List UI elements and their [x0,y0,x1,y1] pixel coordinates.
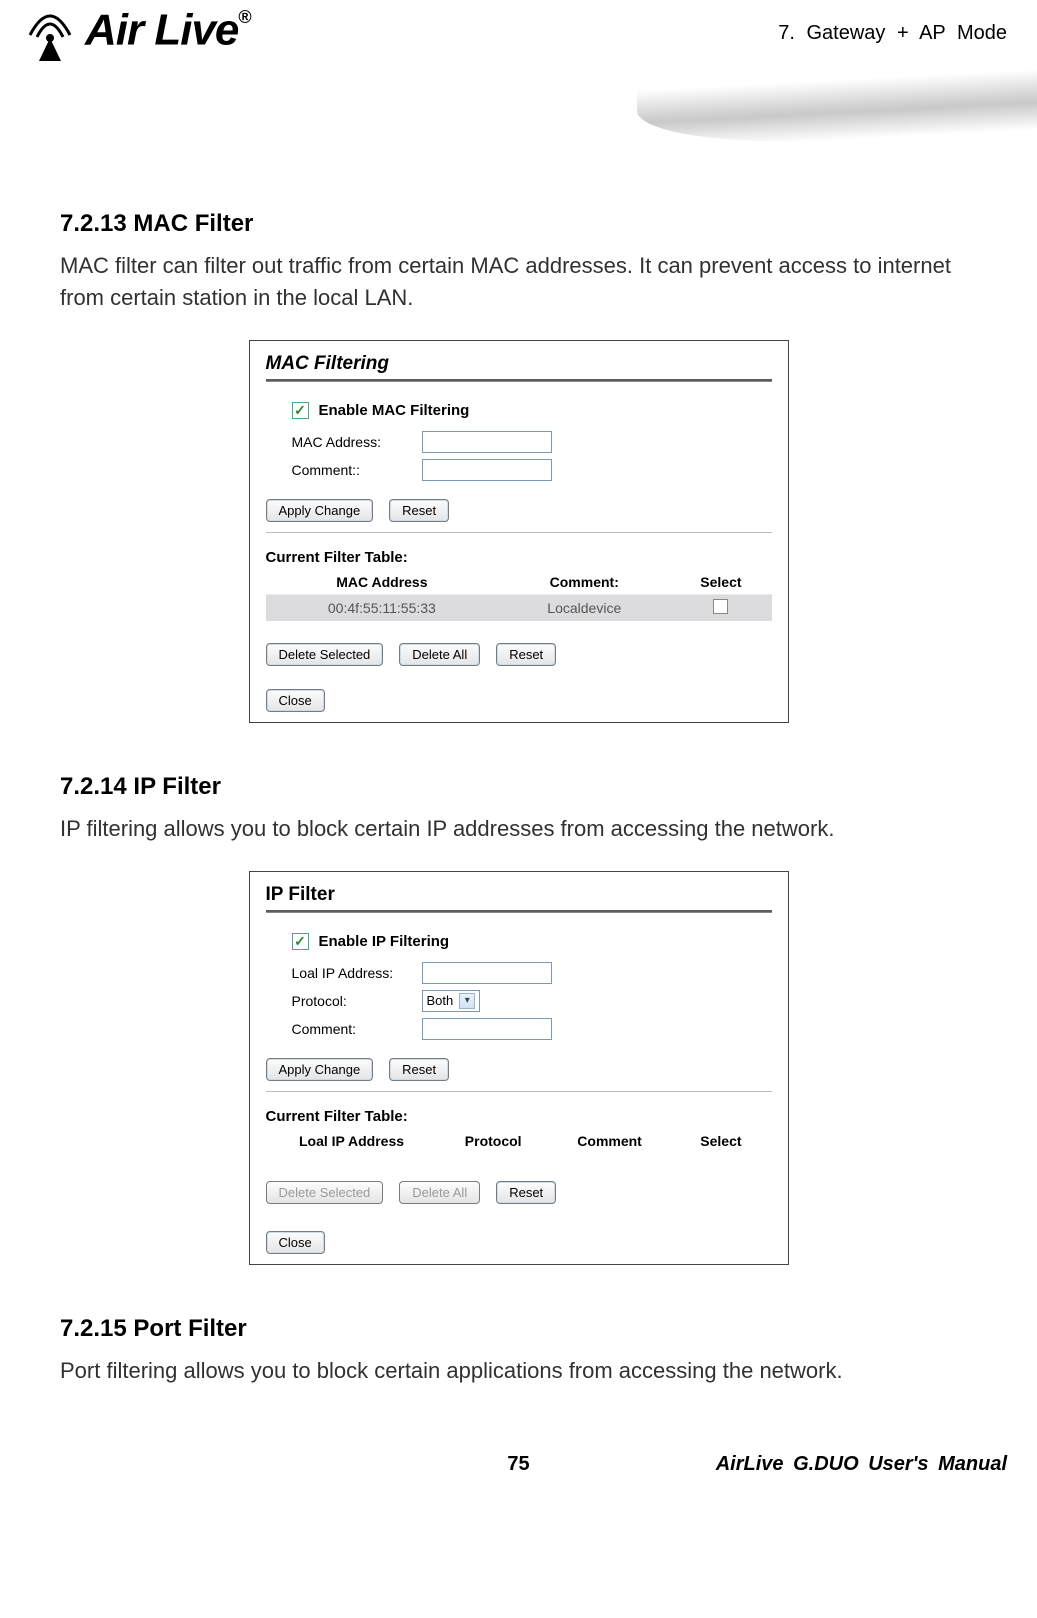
enable-mac-label: Enable MAC Filtering [319,402,470,419]
divider [266,381,772,382]
mac-col-comment: Comment: [498,570,670,595]
ip-address-input[interactable] [422,962,552,984]
delete-all-button[interactable]: Delete All [399,643,480,666]
delete-all-button[interactable]: Delete All [399,1181,480,1204]
ip-address-label: Loal IP Address: [292,965,422,981]
page-footer: 75 AirLive G.DUO User's Manual [0,1433,1037,1486]
ip-filter-panel: IP Filter Enable IP Filtering Loal IP Ad… [249,871,789,1265]
ip-col-select: Select [670,1129,771,1153]
mac-col-select: Select [670,570,771,595]
mac-cell-comment: Localdevice [498,594,670,621]
ip-filter-table: Loal IP Address Protocol Comment Select [266,1129,772,1153]
page-content: 7.2.13 MAC Filter MAC filter can filter … [0,150,1037,1433]
enable-ip-checkbox[interactable] [292,933,309,950]
enable-mac-checkbox[interactable] [292,402,309,419]
page-header: 7. Gateway + AP Mode Air Live® [0,0,1037,150]
mac-comment-input[interactable] [422,459,552,481]
apply-change-button[interactable]: Apply Change [266,1058,374,1081]
close-button[interactable]: Close [266,1231,325,1254]
mac-comment-label: Comment:: [292,462,422,478]
protocol-value: Both [427,993,454,1008]
section-body-ip: IP filtering allows you to block certain… [60,813,977,845]
divider [266,532,772,533]
section-body-port: Port filtering allows you to block certa… [60,1355,977,1387]
close-button[interactable]: Close [266,689,325,712]
ip-col-protocol: Protocol [438,1129,549,1153]
antenna-icon [15,5,85,61]
mac-col-address: MAC Address [266,570,499,595]
manual-title: AirLive G.DUO User's Manual [681,1453,1007,1476]
table-row: 00:4f:55:11:55:33 Localdevice [266,594,772,621]
protocol-label: Protocol: [292,993,422,1009]
reset-button[interactable]: Reset [389,499,449,522]
airlive-logo: Air Live® [15,5,251,61]
chapter-label: 7. Gateway + AP Mode [778,22,1007,45]
mac-filter-table: MAC Address Comment: Select 00:4f:55:11:… [266,570,772,621]
delete-selected-button[interactable]: Delete Selected [266,643,384,666]
mac-address-input[interactable] [422,431,552,453]
ip-table-title: Current Filter Table: [266,1108,772,1125]
reset-button[interactable]: Reset [496,643,556,666]
mac-filtering-title: MAC Filtering [266,353,772,375]
section-heading-ip: 7.2.14 IP Filter [60,773,977,801]
header-swoosh [637,70,1037,150]
section-heading-mac: 7.2.13 MAC Filter [60,210,977,238]
ip-col-comment: Comment [549,1129,670,1153]
chevron-down-icon: ▾ [459,993,475,1009]
ip-col-address: Loal IP Address [266,1129,438,1153]
mac-table-title: Current Filter Table: [266,549,772,566]
ip-filter-title: IP Filter [266,884,772,906]
row-select-checkbox[interactable] [713,599,728,614]
divider [266,912,772,913]
enable-ip-label: Enable IP Filtering [319,933,450,950]
section-heading-port: 7.2.15 Port Filter [60,1315,977,1343]
mac-address-label: MAC Address: [292,434,422,450]
mac-cell-select [670,594,771,621]
mac-filtering-panel: MAC Filtering Enable MAC Filtering MAC A… [249,340,789,723]
reset-button[interactable]: Reset [389,1058,449,1081]
mac-cell-address: 00:4f:55:11:55:33 [266,594,499,621]
divider [266,1091,772,1092]
logo-text: Air Live [85,6,238,55]
delete-selected-button[interactable]: Delete Selected [266,1181,384,1204]
ip-comment-label: Comment: [292,1021,422,1037]
logo-reg: ® [238,7,250,27]
section-body-mac: MAC filter can filter out traffic from c… [60,250,977,314]
reset-button[interactable]: Reset [496,1181,556,1204]
apply-change-button[interactable]: Apply Change [266,499,374,522]
page-number: 75 [356,1453,682,1476]
ip-comment-input[interactable] [422,1018,552,1040]
protocol-select[interactable]: Both ▾ [422,990,481,1012]
